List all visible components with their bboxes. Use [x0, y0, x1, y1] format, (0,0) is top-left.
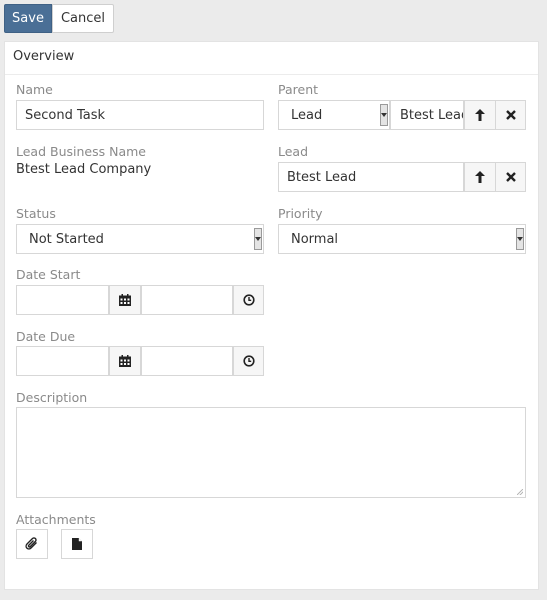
description-textarea[interactable]: [16, 407, 526, 498]
calendar-icon: [119, 294, 131, 306]
x-icon: [505, 172, 516, 182]
status-select[interactable]: Not Started: [16, 224, 264, 254]
resize-handle-icon[interactable]: [517, 489, 523, 495]
lead-business-name-value: Btest Lead Company: [16, 162, 152, 177]
date-due-calendar-button[interactable]: [109, 346, 141, 376]
save-button[interactable]: Save: [4, 4, 52, 33]
parent-type-value: Lead: [291, 107, 323, 123]
chevron-down-icon: [380, 104, 388, 126]
parent-label: Parent: [278, 82, 319, 97]
date-due-label: Date Due: [16, 329, 76, 344]
lead-clear-button[interactable]: [495, 162, 526, 192]
date-due-time-input[interactable]: [141, 346, 233, 376]
date-start-label: Date Start: [16, 267, 81, 282]
parent-select-button[interactable]: [464, 100, 496, 130]
panel-divider: [5, 74, 538, 75]
chevron-down-icon: [254, 228, 262, 250]
attach-document-button[interactable]: [61, 529, 93, 559]
status-label: Status: [16, 206, 56, 221]
date-start-clock-button[interactable]: [233, 285, 264, 315]
parent-clear-button[interactable]: [495, 100, 526, 130]
attach-file-button[interactable]: [16, 529, 48, 559]
lead-input[interactable]: Btest Lead: [278, 162, 464, 192]
lead-business-name-label: Lead Business Name: [16, 144, 146, 159]
calendar-icon: [119, 355, 131, 367]
clock-icon: [242, 294, 255, 306]
paperclip-icon: [25, 537, 37, 550]
name-label: Name: [16, 82, 53, 97]
parent-type-select[interactable]: Lead: [278, 100, 390, 130]
date-due-clock-button[interactable]: [233, 346, 264, 376]
parent-record-input[interactable]: Btest Lead: [390, 100, 464, 130]
date-start-calendar-button[interactable]: [109, 285, 141, 315]
status-value: Not Started: [29, 231, 104, 247]
attachments-label: Attachments: [16, 512, 96, 527]
cancel-button[interactable]: Cancel: [52, 4, 114, 33]
date-start-time-input[interactable]: [141, 285, 233, 315]
panel-title: Overview: [13, 49, 75, 64]
priority-value: Normal: [291, 231, 339, 247]
date-start-date-input[interactable]: [16, 285, 109, 315]
description-label: Description: [16, 390, 88, 405]
document-icon: [72, 538, 82, 550]
priority-label: Priority: [278, 206, 323, 221]
x-icon: [505, 110, 516, 120]
lead-label: Lead: [278, 144, 309, 159]
overview-panel: Overview Name Second Task Parent Lead Bt…: [4, 41, 539, 590]
chevron-down-icon: [516, 228, 524, 250]
arrow-up-icon: [475, 109, 485, 121]
date-due-date-input[interactable]: [16, 346, 109, 376]
arrow-up-icon: [475, 171, 485, 183]
lead-select-button[interactable]: [464, 162, 496, 192]
clock-icon: [242, 355, 255, 367]
priority-select[interactable]: Normal: [278, 224, 526, 254]
name-input[interactable]: Second Task: [16, 100, 264, 130]
